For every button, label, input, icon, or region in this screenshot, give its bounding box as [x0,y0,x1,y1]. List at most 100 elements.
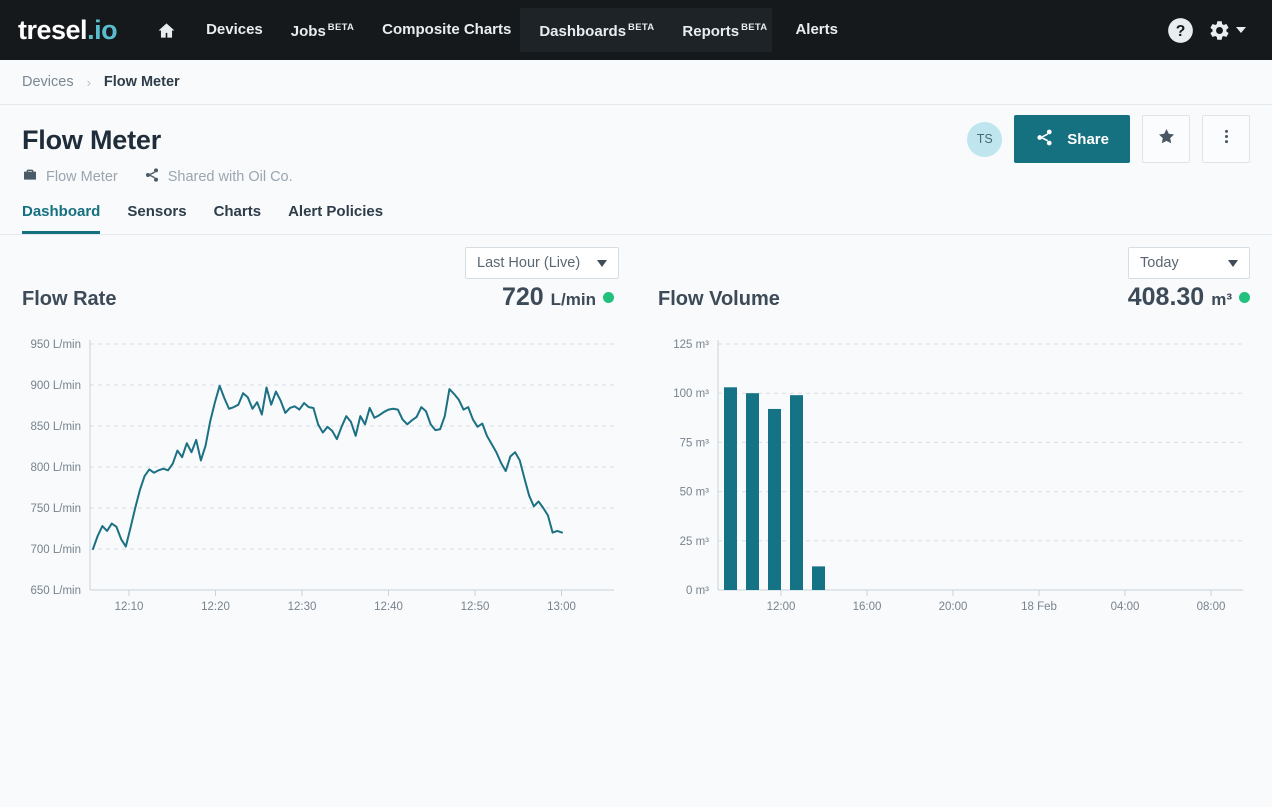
svg-text:100 m³: 100 m³ [673,388,709,400]
flow-rate-range-selector[interactable]: Last Hour (Live) [465,247,619,279]
nav-item-alerts[interactable]: Alerts [781,0,852,60]
nav-right-actions: ? [1167,17,1254,44]
flow-rate-plot: 950 L/min 900 L/min 850 L/min 800 L/min 750 … [22,332,614,632]
svg-text:12:30: 12:30 [288,601,317,613]
flow-volume-value: 408.30 [1127,283,1205,311]
share-icon [1035,128,1054,151]
brand-name: tresel [18,14,88,45]
bar [790,395,803,590]
shared-with-meta: Shared with Oil Co. [144,167,293,187]
breadcrumb-current[interactable]: Flow Meter [104,74,180,90]
flow-rate-title: Flow Rate [22,288,117,310]
flow-volume-plot: 125 m³ 100 m³ 75 m³ 50 m³ 25 m³ 0 m³ 12:00 16:0… [658,332,1250,632]
svg-text:650 L/min: 650 L/min [30,585,81,597]
share-button-label: Share [1067,130,1109,148]
nav-item-jobs-label: Jobs [290,23,326,40]
svg-text:12:40: 12:40 [374,601,403,613]
flow-volume-selector-row: Today [658,235,1250,283]
tab-charts[interactable]: Charts [214,203,262,234]
nav-item-home[interactable] [151,0,192,60]
device-type-meta: Flow Meter [22,167,118,187]
vertical-dots-icon [1217,127,1236,151]
flow-rate-value: 720 [501,283,544,311]
nav-item-reports[interactable]: Reports BETA [668,0,781,62]
charts-area: Last Hour (Live) Flow Rate 720 L/min 950… [0,235,1272,632]
page-header: Flow Meter Flow Meter Shared with Oil Co… [0,105,1272,187]
more-options-button[interactable] [1202,115,1250,163]
gear-icon [1208,19,1231,42]
chevron-down-icon [1236,27,1246,33]
help-circle-icon[interactable]: ? [1167,17,1194,44]
share-icon [144,167,160,187]
breadcrumb-devices[interactable]: Devices [22,74,74,90]
flow-rate-chart-svg[interactable]: 950 L/min 900 L/min 850 L/min 800 L/min 750 … [22,332,622,632]
flow-volume-title: Flow Volume [658,288,780,310]
svg-text:18 Feb: 18 Feb [1021,601,1057,613]
flow-volume-chart-svg[interactable]: 125 m³ 100 m³ 75 m³ 50 m³ 25 m³ 0 m³ 12:00 16:0… [658,332,1250,632]
breadcrumb-separator-icon: › [86,74,91,90]
svg-text:08:00: 08:00 [1197,601,1226,613]
flow-volume-unit: m³ [1211,290,1232,309]
svg-text:13:00: 13:00 [547,601,576,613]
bar [724,387,737,590]
header-actions: TS Share [967,115,1250,163]
nav-item-composite-charts[interactable]: Composite Charts [368,0,525,60]
svg-text:04:00: 04:00 [1111,601,1140,613]
svg-text:50 m³: 50 m³ [680,487,710,499]
svg-text:12:50: 12:50 [461,601,490,613]
flow-volume-range-selector[interactable]: Today [1128,247,1250,279]
flow-rate-value-group: 720 L/min [502,283,614,312]
svg-text:?: ? [1176,23,1186,40]
flow-volume-range-label: Today [1140,255,1179,271]
nav-item-dashboards-label: Dashboards [539,23,627,40]
nav-item-jobs-beta: BETA [327,22,355,33]
device-type-label: Flow Meter [46,169,118,185]
briefcase-icon [22,167,38,187]
svg-text:900 L/min: 900 L/min [30,380,81,392]
flow-rate-selector-row: Last Hour (Live) [22,235,619,283]
nav-item-dashboards[interactable]: Dashboards BETA [525,0,668,62]
svg-text:950 L/min: 950 L/min [30,339,81,351]
tab-dashboard[interactable]: Dashboard [22,203,101,234]
svg-text:12:20: 12:20 [201,601,230,613]
nav-item-reports-beta: BETA [741,22,768,33]
bar [746,393,759,590]
svg-text:850 L/min: 850 L/min [30,421,81,433]
svg-text:800 L/min: 800 L/min [30,462,81,474]
tab-sensors[interactable]: Sensors [127,203,186,234]
svg-text:700 L/min: 700 L/min [30,544,81,556]
top-navbar: tresel.io Devices Jobs BETA Composite Cha… [0,0,1272,60]
star-icon [1157,127,1176,151]
flow-volume-status-dot [1239,292,1250,303]
chevron-down-icon [1228,259,1238,267]
flow-rate-range-label: Last Hour (Live) [477,255,581,271]
nav-item-devices[interactable]: Devices [192,0,277,60]
breadcrumb: Devices › Flow Meter [0,60,1272,105]
svg-text:16:00: 16:00 [853,601,882,613]
bar [812,566,825,590]
flow-volume-header: Flow Volume 408.30 m³ [658,283,1250,317]
svg-text:12:00: 12:00 [767,601,796,613]
flow-volume-panel: Today Flow Volume 408.30 m³ 125 m³ 100 m³… [636,235,1272,632]
nav-item-jobs[interactable]: Jobs BETA [277,0,368,62]
share-button[interactable]: Share [1014,115,1130,163]
svg-text:750 L/min: 750 L/min [30,503,81,515]
nav-item-dashboards-beta: BETA [628,22,655,33]
tab-alert-policies[interactable]: Alert Policies [288,203,383,234]
nav-item-alerts-label: Alerts [795,21,838,38]
svg-text:20:00: 20:00 [939,601,968,613]
brand-suffix: .io [87,14,118,45]
tab-bar: Dashboard Sensors Charts Alert Policies [0,203,1272,235]
brand-logo[interactable]: tresel.io [18,14,118,46]
svg-text:12:10: 12:10 [115,601,144,613]
flow-rate-panel: Last Hour (Live) Flow Rate 720 L/min 950… [0,235,636,632]
svg-text:75 m³: 75 m³ [680,437,710,449]
svg-text:25 m³: 25 m³ [680,536,710,548]
shared-with-label: Shared with Oil Co. [167,169,293,185]
avatar[interactable]: TS [967,121,1003,157]
chevron-down-icon [597,259,607,267]
favorite-button[interactable] [1142,115,1190,163]
page-meta: Flow Meter Shared with Oil Co. [22,167,1250,187]
flow-volume-value-group: 408.30 m³ [1128,283,1250,312]
settings-menu[interactable] [1208,19,1246,42]
